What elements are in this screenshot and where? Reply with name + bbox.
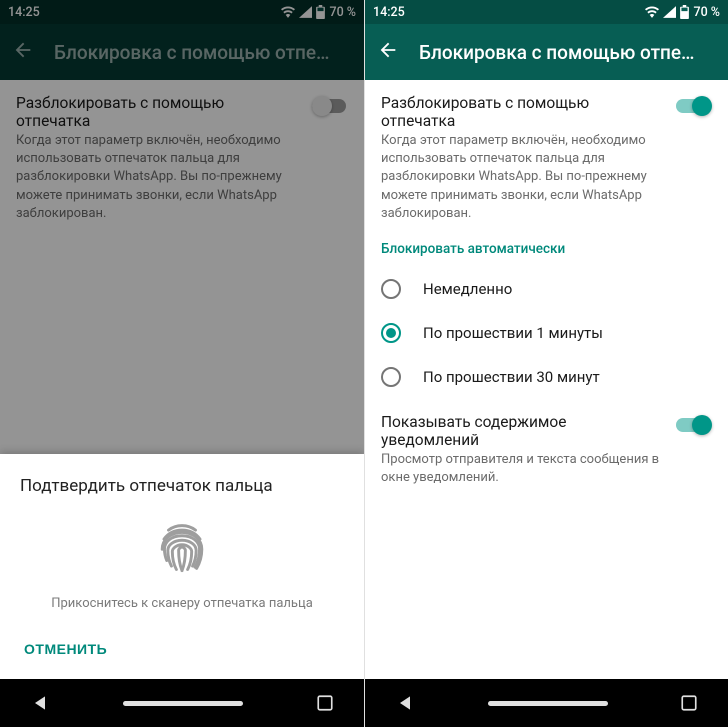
unlock-title: Разблокировать с помощью отпечатка: [381, 94, 664, 130]
radio-label: Немедленно: [423, 280, 512, 298]
nav-home[interactable]: [123, 701, 243, 706]
autolock-option-immediate[interactable]: Немедленно: [381, 267, 712, 311]
status-right: 70 %: [645, 5, 720, 20]
unlock-desc: Когда этот параметр включён, необходимо …: [381, 132, 664, 223]
unlock-switch[interactable]: [676, 96, 712, 116]
notif-title: Показывать содержимое уведомлений: [381, 413, 664, 449]
screen-right: 14:25 70 % Блокировка с помощью отпе… Ра…: [364, 0, 728, 727]
radio-icon: [381, 279, 401, 299]
nav-recent-icon: [680, 694, 698, 712]
status-bar: 14:25 70 %: [365, 0, 728, 24]
status-battery: 70 %: [693, 5, 720, 20]
nav-back[interactable]: [395, 693, 415, 713]
sheet-message: Прикоснитесь к сканеру отпечатка пальца: [51, 596, 313, 611]
nav-recent-icon: [316, 694, 334, 712]
sheet-title: Подтвердить отпечаток пальца: [20, 476, 344, 496]
radio-label: По прошествии 1 минуты: [423, 324, 603, 342]
arrow-back-icon: [377, 39, 399, 61]
radio-label: По прошествии 30 минут: [423, 368, 600, 386]
nav-bar: [365, 679, 728, 727]
nav-bar: [0, 679, 364, 727]
autolock-option-30min[interactable]: По прошествии 30 минут: [381, 355, 712, 399]
autolock-header: Блокировать автоматически: [381, 241, 712, 257]
nav-home[interactable]: [488, 701, 608, 706]
back-button[interactable]: [377, 39, 399, 65]
notif-setting-row[interactable]: Показывать содержимое уведомлений Просмо…: [381, 413, 712, 487]
notif-switch[interactable]: [676, 415, 712, 435]
app-bar: Блокировка с помощью отпе…: [365, 24, 728, 80]
radio-icon: [381, 367, 401, 387]
fingerprint-sheet: Подтвердить отпечаток пальца Прикоснитес…: [0, 454, 364, 679]
status-time: 14:25: [373, 5, 405, 20]
nav-back-icon: [395, 693, 415, 713]
signal-icon: [663, 6, 676, 18]
nav-recent[interactable]: [680, 694, 698, 712]
screen-left: 14:25 70 % Блокировка с помощью отпе… Ра…: [0, 0, 364, 727]
battery-icon: [680, 5, 689, 19]
notif-desc: Просмотр отправителя и текста сообщения …: [381, 451, 664, 487]
nav-recent[interactable]: [316, 694, 334, 712]
autolock-option-1min[interactable]: По прошествии 1 минуты: [381, 311, 712, 355]
appbar-title: Блокировка с помощью отпе…: [419, 41, 716, 64]
cancel-button[interactable]: ОТМЕНИТЬ: [20, 633, 111, 665]
unlock-setting-row[interactable]: Разблокировать с помощью отпечатка Когда…: [381, 94, 712, 223]
nav-back[interactable]: [30, 693, 50, 713]
nav-back-icon: [30, 693, 50, 713]
content-area: Разблокировать с помощью отпечатка Когда…: [365, 80, 728, 727]
wifi-icon: [645, 6, 659, 18]
fingerprint-icon: [155, 520, 209, 578]
radio-icon: [381, 323, 401, 343]
